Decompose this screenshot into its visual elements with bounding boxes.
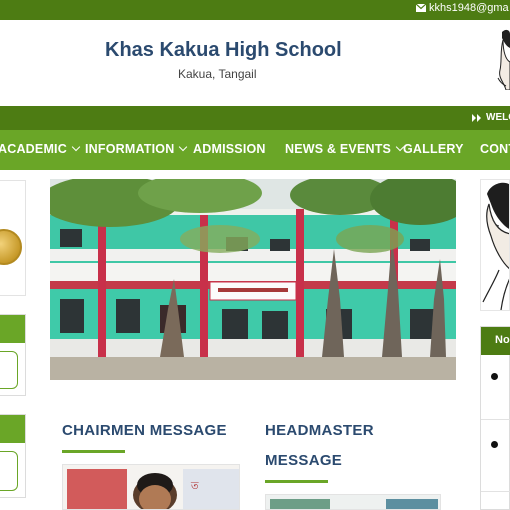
left-widget-2-input[interactable] bbox=[0, 451, 18, 491]
headmaster-message-title-line1: HEADMASTER bbox=[265, 422, 374, 439]
ticker-text[interactable]: WELCO bbox=[472, 112, 510, 123]
chairmen-message-title: CHAIRMEN MESSAGE bbox=[62, 422, 227, 439]
email-link[interactable]: kkhs1948@gma bbox=[416, 2, 509, 14]
ticker-message: WELCO bbox=[486, 112, 510, 123]
nav-contact[interactable]: CONT bbox=[480, 142, 510, 156]
headmaster-photo bbox=[265, 494, 441, 510]
nav-information-label: INFORMATION bbox=[85, 142, 175, 156]
founder-portrait-side bbox=[480, 179, 510, 311]
top-bar: kkhs1948@gma bbox=[0, 0, 510, 20]
double-chevron-right-icon bbox=[472, 113, 481, 122]
medal-icon bbox=[0, 229, 22, 265]
left-widget-1 bbox=[0, 314, 26, 396]
nav-admission[interactable]: ADMISSION bbox=[193, 142, 266, 156]
nav-news-events[interactable]: NEWS & EVENTS bbox=[285, 142, 405, 156]
founder-portrait-top bbox=[492, 26, 510, 90]
nav-academic-label: ACADEMIC bbox=[0, 142, 67, 156]
chairmen-title-underline bbox=[62, 450, 125, 453]
school-building-photo bbox=[50, 179, 456, 380]
main-navigation: ACADEMIC INFORMATION ADMISSION NEWS & EV… bbox=[0, 130, 510, 170]
school-location: Kakua, Tangail bbox=[178, 67, 257, 81]
headmaster-message-title-line2: MESSAGE bbox=[265, 452, 343, 469]
notice-divider bbox=[481, 419, 510, 420]
headmaster-title-underline bbox=[265, 480, 328, 483]
school-name[interactable]: Khas Kakua High School bbox=[105, 39, 342, 62]
left-widget-1-input[interactable] bbox=[0, 351, 18, 389]
left-widget-1-header bbox=[0, 315, 25, 343]
left-widget-2 bbox=[0, 414, 26, 498]
page: kkhs1948@gma Khas Kakua High School Kaku… bbox=[0, 0, 510, 510]
notice-bullet-icon bbox=[491, 441, 498, 448]
notice-board-header: No bbox=[481, 327, 510, 355]
envelope-icon bbox=[416, 4, 426, 12]
news-ticker: WELCO bbox=[0, 106, 510, 130]
medal-card bbox=[0, 180, 26, 296]
chevron-down-icon bbox=[71, 142, 81, 152]
nav-gallery[interactable]: GALLERY bbox=[403, 142, 464, 156]
nav-admission-label: ADMISSION bbox=[193, 142, 266, 156]
nav-news-events-label: NEWS & EVENTS bbox=[285, 142, 392, 156]
chairman-photo: ত bbox=[62, 464, 240, 510]
chevron-down-icon bbox=[179, 142, 188, 152]
notice-board-heading: No bbox=[495, 334, 510, 346]
site-header: Khas Kakua High School Kakua, Tangail bbox=[0, 20, 510, 106]
left-widget-2-header bbox=[0, 415, 25, 443]
notice-bullet-icon bbox=[491, 373, 498, 380]
nav-contact-label: CONT bbox=[480, 142, 510, 156]
email-text: kkhs1948@gma bbox=[429, 2, 509, 14]
nav-information[interactable]: INFORMATION bbox=[85, 142, 188, 156]
svg-text:ত: ত bbox=[190, 481, 199, 492]
nav-gallery-label: GALLERY bbox=[403, 142, 464, 156]
nav-academic[interactable]: ACADEMIC bbox=[0, 142, 81, 156]
notice-divider bbox=[481, 491, 510, 492]
notice-board: No bbox=[480, 326, 510, 510]
